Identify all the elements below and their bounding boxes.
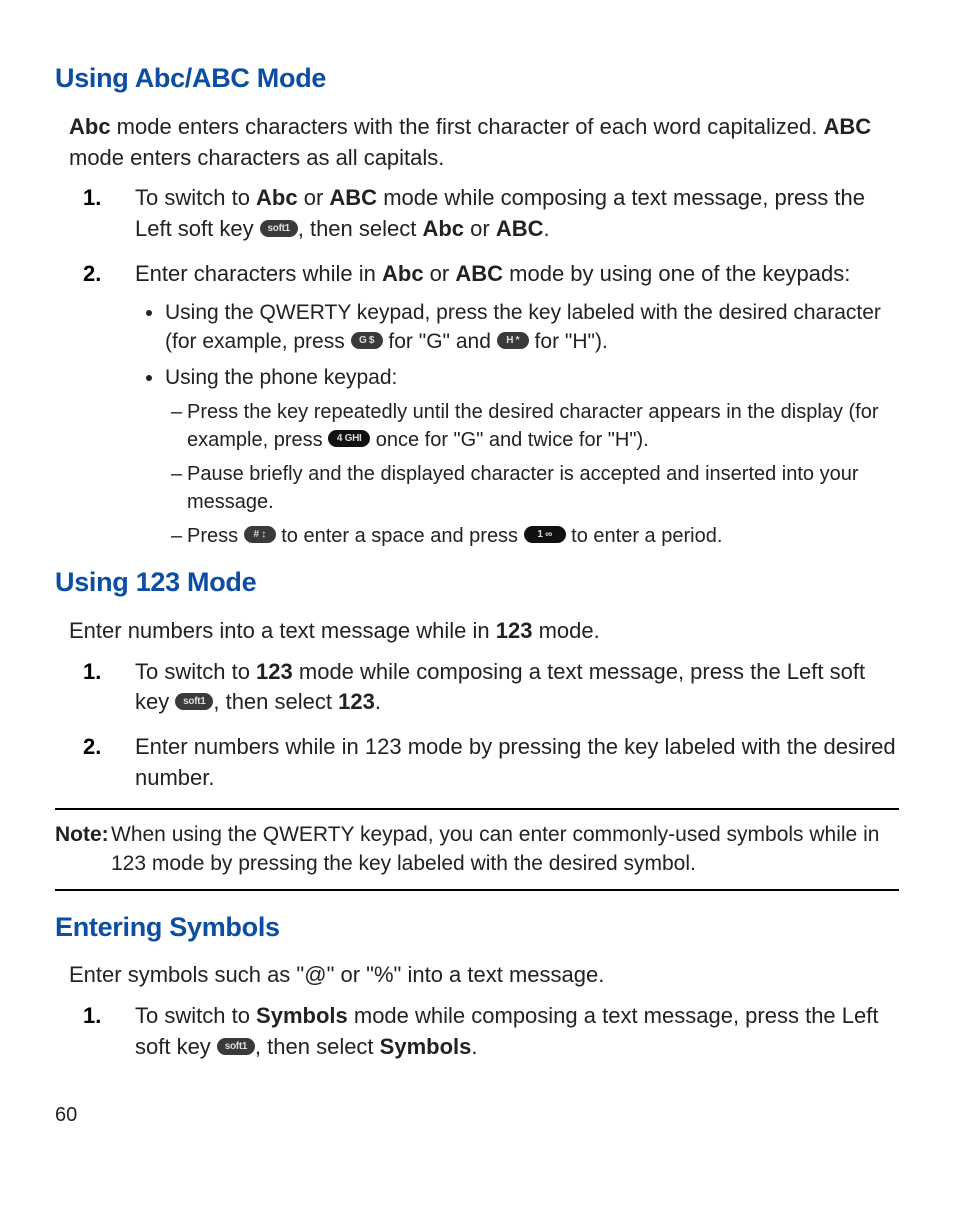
step-text: , then select <box>213 689 338 714</box>
softkey-icon: soft1 <box>217 1038 255 1055</box>
dash-list: Press the key repeatedly until the desir… <box>165 398 899 550</box>
intro-text: mode. <box>532 618 599 643</box>
dash-item: Press the key repeatedly until the desir… <box>187 398 899 454</box>
steps-abc: 1. To switch to Abc or ABC mode while co… <box>55 183 899 550</box>
note-body: When using the QWERTY keypad, you can en… <box>55 820 895 879</box>
intro-text-1: mode enters characters with the first ch… <box>111 114 824 139</box>
step-bold: Abc <box>382 261 424 286</box>
step-text: or <box>298 185 330 210</box>
key-hash-icon: # ↕ <box>244 526 276 543</box>
section-heading-symbols: Entering Symbols <box>55 909 899 947</box>
step-bold: Abc <box>422 216 464 241</box>
intro-text: Enter numbers into a text message while … <box>69 618 496 643</box>
step-text: . <box>544 216 550 241</box>
step-number: 2. <box>83 259 101 290</box>
step-text: , then select <box>255 1034 380 1059</box>
step-2: 2. Enter numbers while in 123 mode by pr… <box>135 732 899 794</box>
step-number: 2. <box>83 732 101 763</box>
bullet-item: Using the QWERTY keypad, press the key l… <box>165 298 899 357</box>
dash-text: to enter a period. <box>566 525 723 547</box>
step-1: 1. To switch to 123 mode while composing… <box>135 657 899 719</box>
step-bold: ABC <box>329 185 377 210</box>
softkey-icon: soft1 <box>260 220 298 237</box>
step-text: , then select <box>298 216 423 241</box>
note-label: Note: <box>55 820 109 849</box>
step-text: To switch to <box>135 185 256 210</box>
step-2: 2. Enter characters while in Abc or ABC … <box>135 259 899 550</box>
step-text: Enter numbers while in 123 mode by press… <box>135 734 896 790</box>
softkey-icon: soft1 <box>175 693 213 710</box>
key-1-icon: 1 ∞ <box>524 526 566 543</box>
dash-text: once for "G" and twice for "H"). <box>370 429 649 451</box>
key-g-icon: G $ <box>351 332 383 349</box>
step-text: To switch to <box>135 659 256 684</box>
dash-item: Press # ↕ to enter a space and press 1 ∞… <box>187 522 899 550</box>
intro-bold: 123 <box>496 618 533 643</box>
step-1: 1. To switch to Symbols mode while compo… <box>135 1001 899 1063</box>
step-number: 1. <box>83 657 101 688</box>
page-number: 60 <box>55 1101 899 1129</box>
step-bold: Abc <box>256 185 298 210</box>
step-text: Enter characters while in <box>135 261 382 286</box>
step-text: . <box>375 689 381 714</box>
dash-text: Press <box>187 525 244 547</box>
key-4ghi-icon: 4 GHI <box>328 430 370 447</box>
step-text: . <box>471 1034 477 1059</box>
intro-bold-ABC: ABC <box>823 114 871 139</box>
bullet-text: for "G" and <box>383 330 497 353</box>
intro-bold-abc: Abc <box>69 114 111 139</box>
steps-123: 1. To switch to 123 mode while composing… <box>55 657 899 794</box>
bullet-list: Using the QWERTY keypad, press the key l… <box>135 298 899 550</box>
steps-symbols: 1. To switch to Symbols mode while compo… <box>55 1001 899 1063</box>
dash-item: Pause briefly and the displayed characte… <box>187 460 899 516</box>
step-bold: Symbols <box>256 1003 348 1028</box>
intro-123: Enter numbers into a text message while … <box>69 616 889 647</box>
step-bold: ABC <box>496 216 544 241</box>
step-bold: ABC <box>455 261 503 286</box>
step-text: mode by using one of the keypads: <box>503 261 850 286</box>
key-h-icon: H * <box>497 332 529 349</box>
step-text: To switch to <box>135 1003 256 1028</box>
intro-symbols: Enter symbols such as "@" or "%" into a … <box>69 960 889 991</box>
step-text: or <box>424 261 456 286</box>
bullet-item: Using the phone keypad: Press the key re… <box>165 363 899 550</box>
section-heading-123: Using 123 Mode <box>55 564 899 602</box>
step-number: 1. <box>83 183 101 214</box>
step-bold: 123 <box>256 659 293 684</box>
step-1: 1. To switch to Abc or ABC mode while co… <box>135 183 899 245</box>
bullet-text: for "H"). <box>529 330 608 353</box>
intro-abc: Abc mode enters characters with the firs… <box>69 112 889 174</box>
dash-text: to enter a space and press <box>276 525 524 547</box>
step-bold: Symbols <box>380 1034 472 1059</box>
step-text: or <box>464 216 496 241</box>
step-bold: 123 <box>338 689 375 714</box>
section-heading-abc: Using Abc/ABC Mode <box>55 60 899 98</box>
note-box: Note: When using the QWERTY keypad, you … <box>55 808 899 891</box>
step-number: 1. <box>83 1001 101 1032</box>
intro-text-2: mode enters characters as all capitals. <box>69 145 444 170</box>
bullet-text: Using the phone keypad: <box>165 366 397 389</box>
